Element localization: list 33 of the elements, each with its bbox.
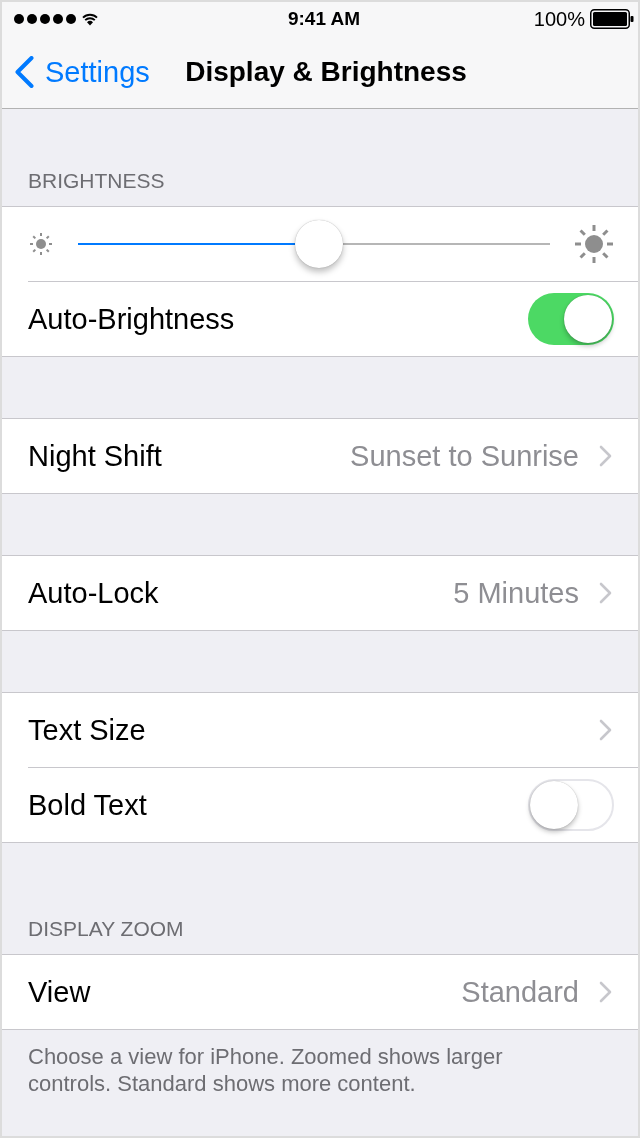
row-label: Auto-Brightness xyxy=(28,302,236,336)
row-label: Bold Text xyxy=(28,788,148,822)
slider-thumb[interactable] xyxy=(294,220,343,268)
back-chevron-icon xyxy=(14,56,34,88)
dim-sun-icon xyxy=(28,231,54,257)
wifi-icon xyxy=(82,12,98,26)
toggle-switch[interactable] xyxy=(528,293,614,345)
toggle-switch[interactable] xyxy=(528,779,614,831)
bright-sun-icon xyxy=(574,224,614,264)
row-value: Standard xyxy=(461,975,579,1009)
row-value: Sunset to Sunrise xyxy=(350,439,579,473)
battery-icon xyxy=(590,9,634,29)
settings-row[interactable]: Auto-Lock 5 Minutes xyxy=(2,556,638,630)
signal-icon xyxy=(14,14,76,24)
battery-percent: 100% xyxy=(533,7,585,31)
section-footer: Choose a view for iPhone. Zoomed shows larger controls. Standard shows more content. xyxy=(2,1030,638,1097)
settings-row[interactable]: Text Size xyxy=(2,693,638,767)
chevron-icon xyxy=(599,981,612,1003)
section-header: DISPLAY ZOOM xyxy=(27,916,185,942)
row-label: Auto-Lock xyxy=(28,576,160,610)
chevron-icon xyxy=(599,445,612,467)
settings-row[interactable]: View Standard xyxy=(2,955,638,1029)
row-label: Night Shift xyxy=(28,439,163,473)
row-label: Text Size xyxy=(28,713,147,747)
chevron-icon xyxy=(599,582,612,604)
back-button[interactable]: Settings xyxy=(14,55,150,89)
row-label: View xyxy=(28,975,92,1009)
row-value: 5 Minutes xyxy=(453,576,579,610)
status-time: 9:41 AM xyxy=(287,8,361,30)
settings-row[interactable]: Night Shift Sunset to Sunrise xyxy=(2,419,638,493)
chevron-icon xyxy=(599,719,612,741)
section-header: BRIGHTNESS xyxy=(27,170,166,194)
screen-title: Display & Brightness xyxy=(185,56,467,88)
